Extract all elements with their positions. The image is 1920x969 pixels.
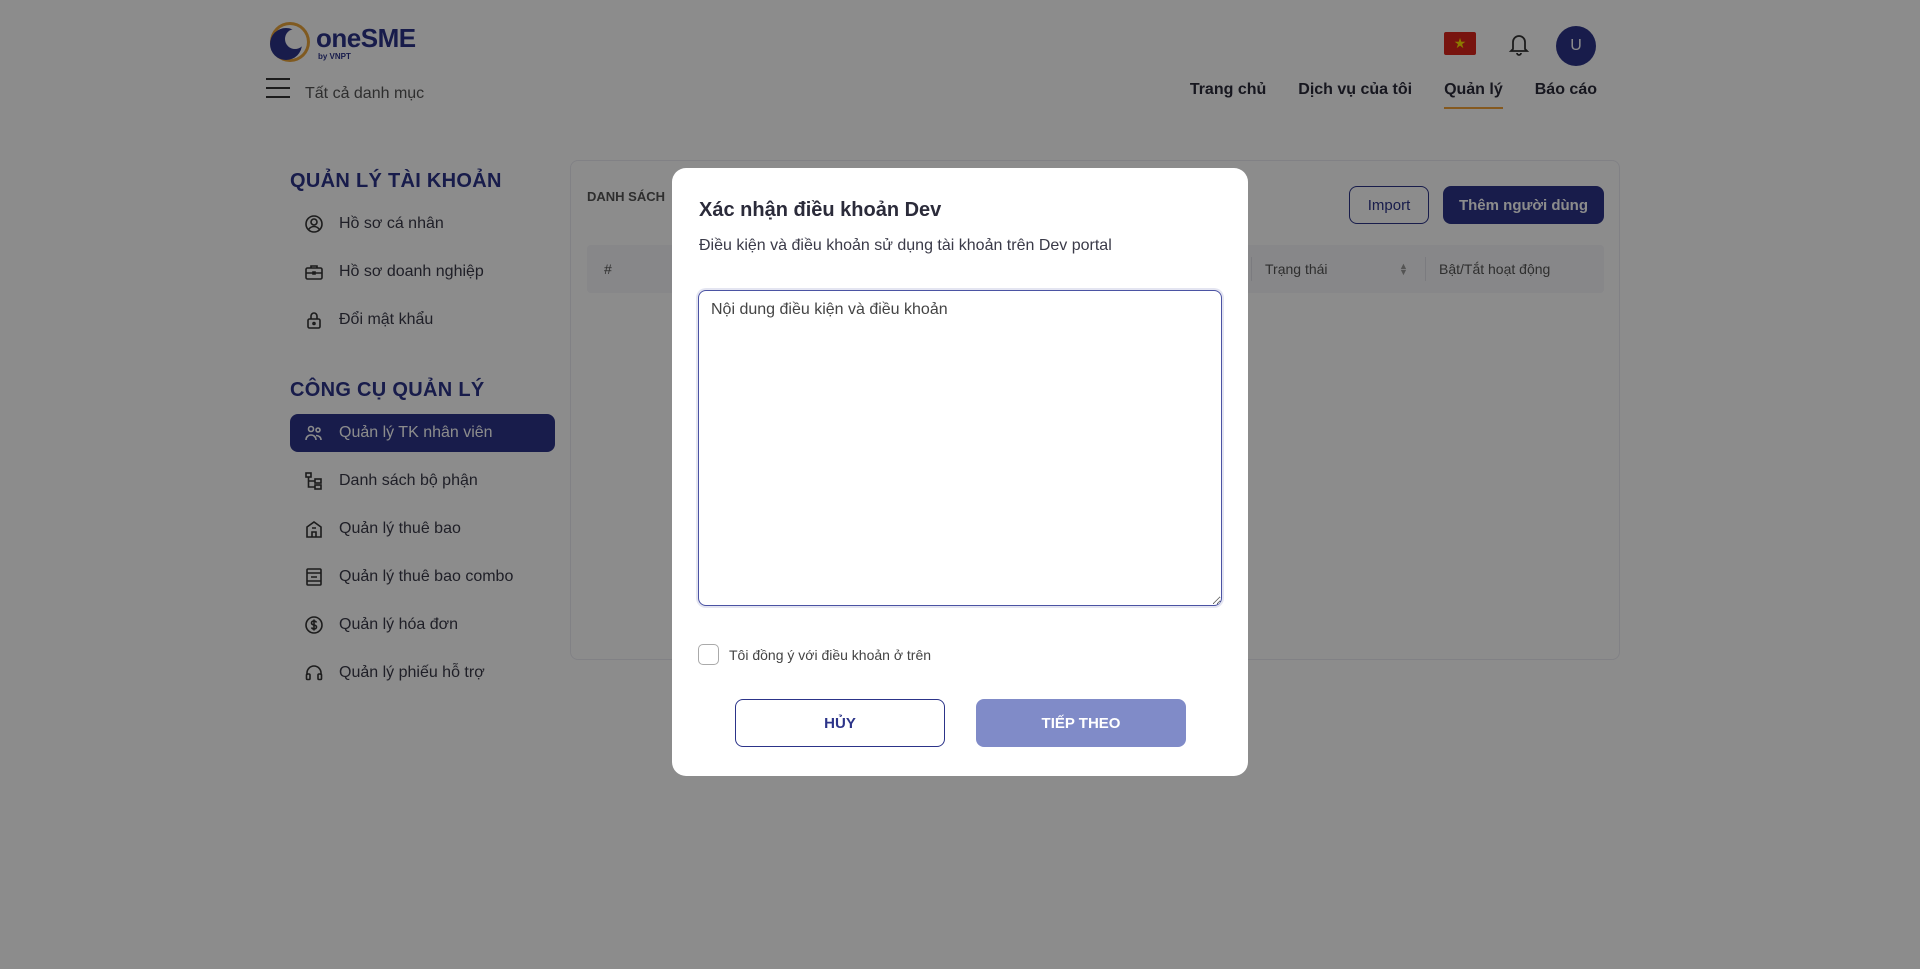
agree-checkbox-label: Tôi đồng ý với điều khoản ở trên: [729, 646, 932, 663]
terms-confirm-dialog: Xác nhận điều khoản Dev Điều kiện và điề…: [672, 168, 1248, 776]
dialog-subtitle: Điều kiện và điều khoản sử dụng tài khoả…: [699, 237, 1112, 254]
terms-content-textarea[interactable]: [698, 290, 1222, 606]
cancel-button[interactable]: HỦY: [735, 699, 945, 747]
dialog-title: Xác nhận điều khoản Dev: [699, 199, 942, 221]
next-button[interactable]: TIẾP THEO: [976, 699, 1186, 747]
agree-checkbox[interactable]: [698, 644, 719, 665]
agree-terms-row[interactable]: Tôi đồng ý với điều khoản ở trên: [698, 644, 931, 665]
